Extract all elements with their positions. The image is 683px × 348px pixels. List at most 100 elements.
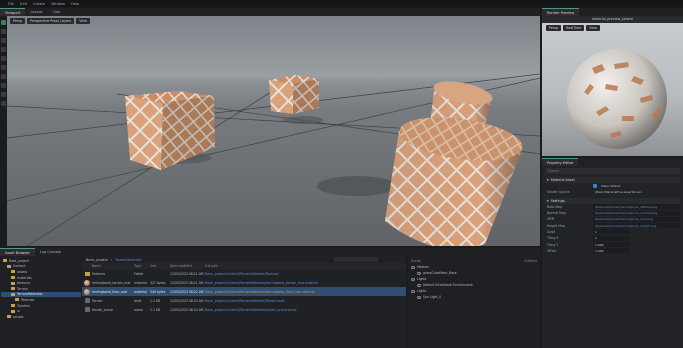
folder-tree: Root_project Content assets materials te… [0, 256, 82, 348]
numeric-field[interactable]: 1.000 [593, 248, 629, 254]
property-key: Tiling X [547, 236, 559, 241]
breadcrumb-root[interactable]: Basic_project [86, 258, 108, 262]
folder-icon [84, 271, 90, 276]
numeric-field[interactable]: 1.000 [593, 242, 629, 248]
3d-viewport[interactable]: Persp Perspective Proxy Layers View [7, 16, 540, 246]
tab-camera[interactable]: Cam [47, 8, 65, 16]
property-row: Offset 1.000 [545, 248, 680, 254]
move-tool-icon[interactable] [1, 29, 6, 34]
shader-row: Shader Source /Basic/MaterialPreviews/Te… [545, 189, 680, 195]
level-icon [84, 298, 90, 303]
scene-render [7, 73, 540, 246]
texture-path-field[interactable]: /textures/terrain/herringbone_normal.png [593, 210, 680, 216]
property-key: Tiling Y [547, 242, 559, 247]
breadcrumb-current[interactable]: TerrainMaterials [115, 258, 141, 262]
menu-file[interactable]: File [8, 2, 14, 6]
tab-viewport[interactable]: Viewport [0, 8, 26, 16]
make-default-label: Make default [601, 184, 621, 189]
paint-tool-icon[interactable] [1, 83, 6, 88]
property-key: Offset [547, 248, 557, 253]
material-preview-panel[interactable]: material_preview_sphere Persp RealTime V… [542, 16, 683, 156]
tab-asset-browser[interactable]: Asset Browser [0, 248, 35, 256]
column-date[interactable]: Date modified [170, 264, 205, 268]
preview-controls: Persp RealTime View [546, 25, 601, 31]
texture-path-field[interactable]: /textures/terrain/herringbone_diffuse.pn… [593, 204, 680, 210]
property-key: Normal Map [547, 211, 566, 216]
tab-property-editor[interactable]: Property Editor [542, 158, 579, 166]
stage-outliner: Scene Outliner Meshes grassCubeMesh_Base… [408, 256, 540, 348]
table-row[interactable]: Textures Folder 12/05/2023 08:21 AM Basi… [82, 269, 406, 278]
column-path[interactable]: Full path [205, 264, 406, 268]
content-search-input[interactable] [334, 257, 378, 262]
folder-icon [11, 276, 15, 280]
folder-icon [7, 315, 11, 319]
column-name[interactable]: Name [92, 264, 134, 268]
render-preview-tab-bar: Render Preview [542, 8, 683, 16]
folder-icon [11, 281, 15, 285]
menu-help[interactable]: Help [71, 2, 79, 6]
left-toolbar [0, 16, 7, 246]
scale-tool-icon[interactable] [1, 47, 6, 52]
tab-log-console[interactable]: Log Console [35, 248, 66, 256]
property-key: ORM [547, 217, 555, 222]
property-editor-tab-bar: Property Editor [542, 158, 683, 166]
folder-icon [11, 309, 15, 313]
viewport-tab-bar: Viewport Layout Cam [0, 8, 540, 16]
tab-render-preview[interactable]: Render Preview [542, 8, 580, 16]
texture-path-field[interactable]: /textures/terrain/herringbone_orm.png [593, 216, 680, 222]
select-tool-icon[interactable] [1, 20, 6, 25]
rotate-tool-icon[interactable] [1, 38, 6, 43]
light-tool-icon[interactable] [1, 74, 6, 79]
eye-icon[interactable] [417, 283, 421, 287]
shader-value[interactable]: /Basic/MaterialPreviews/Terrain [593, 190, 680, 195]
menu-window[interactable]: Window [51, 2, 65, 6]
tree-item[interactable]: scripts [1, 314, 81, 320]
eye-icon[interactable] [417, 271, 421, 275]
folder-icon [3, 259, 7, 263]
camera-tool-icon[interactable] [1, 65, 6, 70]
preview-camera-button[interactable]: Persp [546, 25, 562, 31]
tab-scene[interactable]: Scene [411, 259, 421, 263]
tab-layout[interactable]: Layout [25, 8, 47, 16]
preview-sphere [542, 23, 683, 156]
eye-icon[interactable] [411, 265, 415, 269]
menu-edit[interactable]: Edit [20, 2, 27, 6]
scene-icon [84, 307, 90, 312]
table-row-selected[interactable]: herringbone_floor_mat material 344 bytes… [82, 287, 406, 296]
tab-outliner[interactable]: Outliner [524, 259, 537, 263]
column-size[interactable]: Size [150, 264, 170, 268]
column-type[interactable]: Type [134, 264, 150, 268]
eye-icon[interactable] [417, 295, 421, 299]
settings-tool-icon[interactable] [1, 101, 6, 106]
content-browser: Basic_project › TerrainMaterials Name Ty… [82, 256, 406, 348]
table-row[interactable]: terrain_scene scene 2.1 KB 12/05/2023 08… [82, 305, 406, 314]
camera-mode-button[interactable]: Persp [10, 18, 26, 24]
folder-icon [15, 298, 19, 302]
eye-icon[interactable] [411, 277, 415, 281]
layers-button[interactable]: Perspective Proxy Layers [27, 18, 75, 24]
preview-view-button[interactable]: View [586, 25, 601, 31]
texture-path-field[interactable]: /textures/terrain/herringbone_height.png [593, 223, 680, 229]
numeric-field[interactable]: 1 [593, 229, 629, 235]
measure-tool-icon[interactable] [1, 92, 6, 97]
table-row[interactable]: Terrain level 1.2 KB 12/05/2023 08:23 AM… [82, 296, 406, 305]
table-row[interactable]: herringbone_terrain_mat material 327 byt… [82, 278, 406, 287]
property-key: Height Map [547, 223, 565, 228]
view-button[interactable]: View [76, 18, 91, 24]
folder-icon [11, 292, 15, 296]
folder-icon [11, 304, 15, 308]
outliner-item[interactable]: Sun Light_0 [411, 294, 537, 300]
menu-create[interactable]: Create [33, 2, 45, 6]
numeric-field[interactable]: 1 [593, 235, 629, 241]
property-search-input[interactable]: Search [545, 168, 680, 174]
property-key: Scale [547, 229, 556, 234]
folder-icon [11, 287, 15, 291]
section-title: Settings [550, 198, 565, 203]
preview-realtime-button[interactable]: RealTime [563, 25, 585, 31]
make-default-checkbox[interactable] [593, 184, 597, 189]
material-icon [84, 279, 90, 286]
material-icon [84, 288, 90, 295]
snap-tool-icon[interactable] [1, 56, 6, 61]
eye-icon[interactable] [411, 289, 415, 293]
folder-icon [11, 270, 15, 274]
